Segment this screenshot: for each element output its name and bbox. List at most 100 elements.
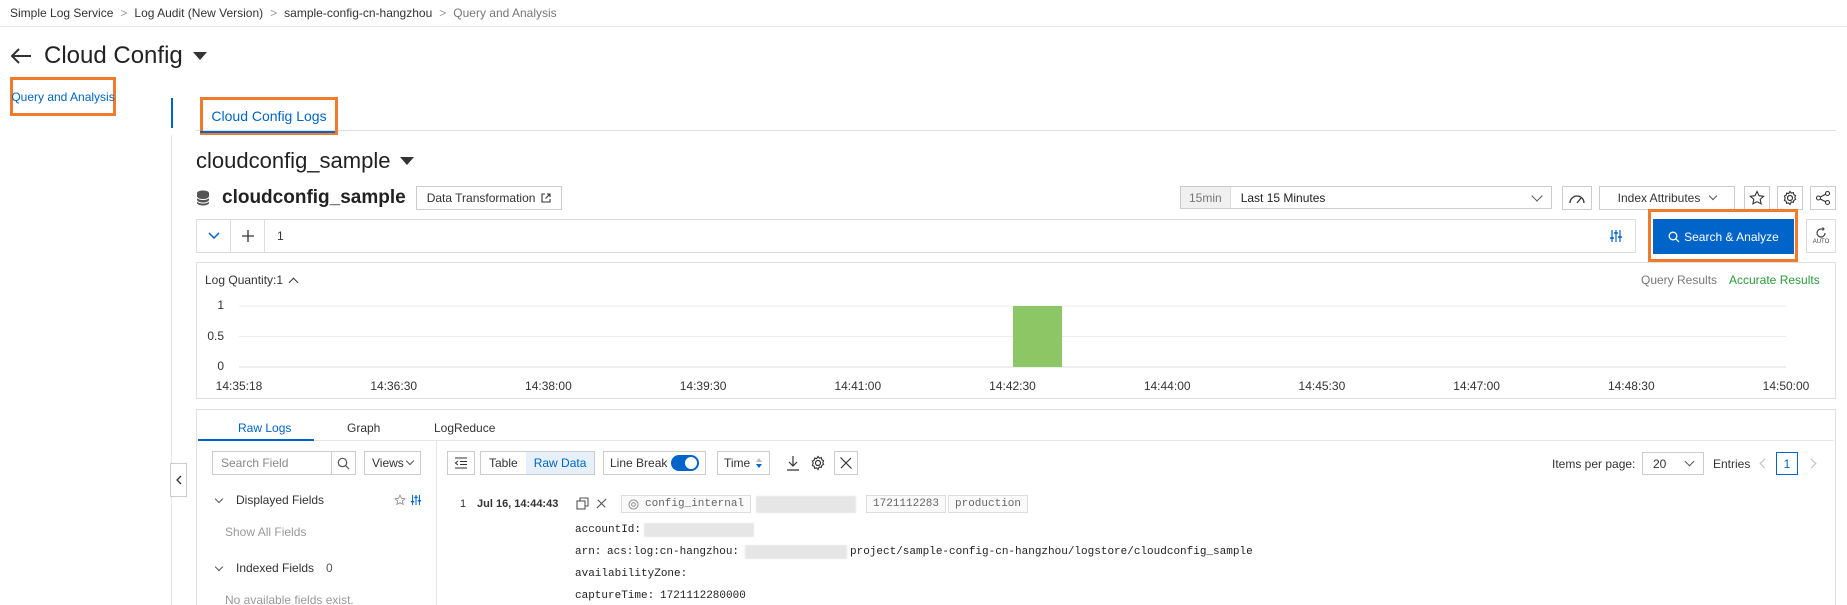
settings-button[interactable] [1777, 186, 1803, 210]
tab-raw-logs[interactable]: Raw Logs [238, 421, 291, 435]
log-field-value: acs:log:cn-hangzhou: [607, 546, 740, 558]
time-sort-label: Time [724, 456, 751, 470]
log-index: 1 [460, 498, 467, 510]
collapse-query-button[interactable] [197, 220, 231, 252]
tools-button[interactable] [834, 451, 858, 475]
search-analyze-button[interactable]: Search & Analyze [1653, 219, 1794, 254]
tab-active-underline [200, 131, 335, 133]
caret-down-icon [400, 157, 415, 165]
data-transformation-label: Data Transformation [426, 191, 536, 205]
time-chip: 15min [1181, 187, 1231, 208]
chevron-up-icon [288, 277, 299, 287]
log-tag-source: 1721112283 [866, 495, 947, 513]
logstore-row: cloudconfig_sample Data Transformation [196, 186, 563, 210]
log-quantity-toggle[interactable]: Log Quantity:1 [205, 273, 299, 287]
items-per-page-label: Items per page: [1552, 457, 1636, 471]
subtab-active-underline [198, 439, 314, 441]
expand-toggle-button[interactable] [447, 451, 475, 475]
sidebar-item-label: Query and Analysis [11, 89, 115, 104]
redacted-value [644, 523, 754, 537]
back-arrow-icon[interactable] [10, 47, 32, 65]
tab-label: Cloud Config Logs [211, 108, 327, 124]
tab-logreduce[interactable]: LogReduce [434, 421, 495, 435]
entries-label: Entries [1713, 457, 1751, 471]
sidebar-item-query-analysis[interactable]: Query and Analysis [10, 77, 116, 116]
filter-sliders-icon[interactable] [1609, 229, 1623, 243]
x-tick-label: 14:45:30 [1298, 379, 1346, 393]
auto-refresh-button[interactable]: AUTO [1806, 219, 1836, 253]
x-tick-label: 14:50:00 [1762, 379, 1810, 393]
displayed-fields-label: Displayed Fields [236, 493, 325, 507]
log-tag-env: production [948, 495, 1029, 513]
logstore-name: cloudconfig_sample [222, 187, 406, 208]
page-size-select[interactable]: 20 [1642, 452, 1704, 475]
auto-label: AUTO [1812, 239, 1830, 245]
redacted-value [756, 496, 856, 513]
gear-icon[interactable] [810, 455, 826, 471]
share-button[interactable] [1810, 186, 1836, 210]
index-attributes-button[interactable]: Index Attributes [1599, 186, 1735, 210]
breadcrumb-item-sls[interactable]: Simple Log Service [10, 6, 113, 20]
add-query-button[interactable] [231, 220, 265, 252]
indexed-fields-label: Indexed Fields [236, 561, 315, 575]
field-search [212, 451, 356, 475]
breadcrumb: Simple Log Service > Log Audit (New Versi… [10, 6, 557, 20]
line-break-switch [671, 455, 700, 471]
displayed-fields-header[interactable]: Displayed Fields [214, 493, 422, 507]
star-plus-icon [1749, 190, 1765, 205]
x-tick-label: 14:38:00 [525, 379, 572, 393]
external-link-icon [541, 193, 551, 203]
search-icon [337, 457, 350, 469]
field-settings-icon[interactable] [410, 494, 422, 506]
x-tick-label: 14:44:00 [1143, 379, 1191, 393]
caret-down-icon[interactable] [192, 52, 207, 60]
database-icon [196, 190, 210, 206]
page-number-label: 1 [1783, 456, 1791, 471]
line-break-toggle[interactable]: Line Break [603, 451, 707, 475]
x-tick-label: 14:48:30 [1607, 379, 1655, 393]
nav-active-indicator [171, 98, 173, 128]
download-icon[interactable] [786, 455, 800, 471]
time-sort-button[interactable]: Time [717, 451, 771, 475]
query-line-number: 1 [277, 229, 284, 243]
time-label: Last 15 Minutes [1240, 190, 1326, 205]
x-tick-label: 14:35:18 [215, 379, 263, 393]
logstore-dropdown-title: cloudconfig_sample [196, 148, 391, 173]
star-outline-icon[interactable] [394, 494, 406, 506]
indexed-fields-header[interactable]: Indexed Fields 0 [214, 561, 333, 575]
favorite-button[interactable] [1744, 186, 1770, 210]
collapse-sidebar-button[interactable] [170, 463, 187, 497]
chevron-left-icon [175, 475, 181, 485]
header-divider [0, 26, 1847, 27]
field-search-button[interactable] [331, 452, 355, 474]
chevron-down-icon [1709, 191, 1718, 201]
page-number-current[interactable]: 1 [1776, 452, 1798, 475]
query-results-label: Query Results [1641, 273, 1718, 287]
raw-data-view-button[interactable]: Raw Data [525, 452, 595, 474]
show-all-fields-link[interactable]: Show All Fields [225, 525, 306, 539]
index-attributes-label: Index Attributes [1617, 191, 1701, 205]
refresh-speed-button[interactable] [1562, 186, 1592, 210]
copy-icon[interactable] [576, 497, 589, 510]
chevron-down-icon [405, 456, 415, 466]
logstore-dropdown[interactable]: cloudconfig_sample [196, 148, 415, 174]
data-transformation-button[interactable]: Data Transformation [415, 186, 563, 210]
log-field-value: 1721112280000 [660, 590, 746, 602]
time-range-select[interactable]: 15min Last 15 Minutes [1180, 186, 1552, 209]
log-field-key: captureTime: [575, 590, 655, 602]
tab-cloud-config-logs[interactable]: Cloud Config Logs [200, 97, 338, 135]
tools-icon[interactable] [595, 497, 608, 510]
views-dropdown[interactable]: Views [364, 451, 421, 475]
plus-icon [241, 230, 254, 242]
tab-graph[interactable]: Graph [347, 421, 380, 435]
breadcrumb-item-log-audit[interactable]: Log Audit (New Version) [134, 6, 263, 20]
page-header: Cloud Config [10, 42, 207, 70]
y-tick-label: 0.5 [207, 328, 224, 343]
share-icon [1815, 190, 1831, 206]
query-editor[interactable]: 1 [196, 219, 1636, 253]
table-view-button[interactable]: Table [481, 452, 526, 474]
tools-icon [840, 457, 852, 469]
log-field-value-suffix: project/sample-config-cn-hangzhou/logsto… [850, 546, 1253, 558]
breadcrumb-item-project[interactable]: sample-config-cn-hangzhou [284, 6, 432, 20]
search-field-input[interactable] [213, 456, 331, 470]
